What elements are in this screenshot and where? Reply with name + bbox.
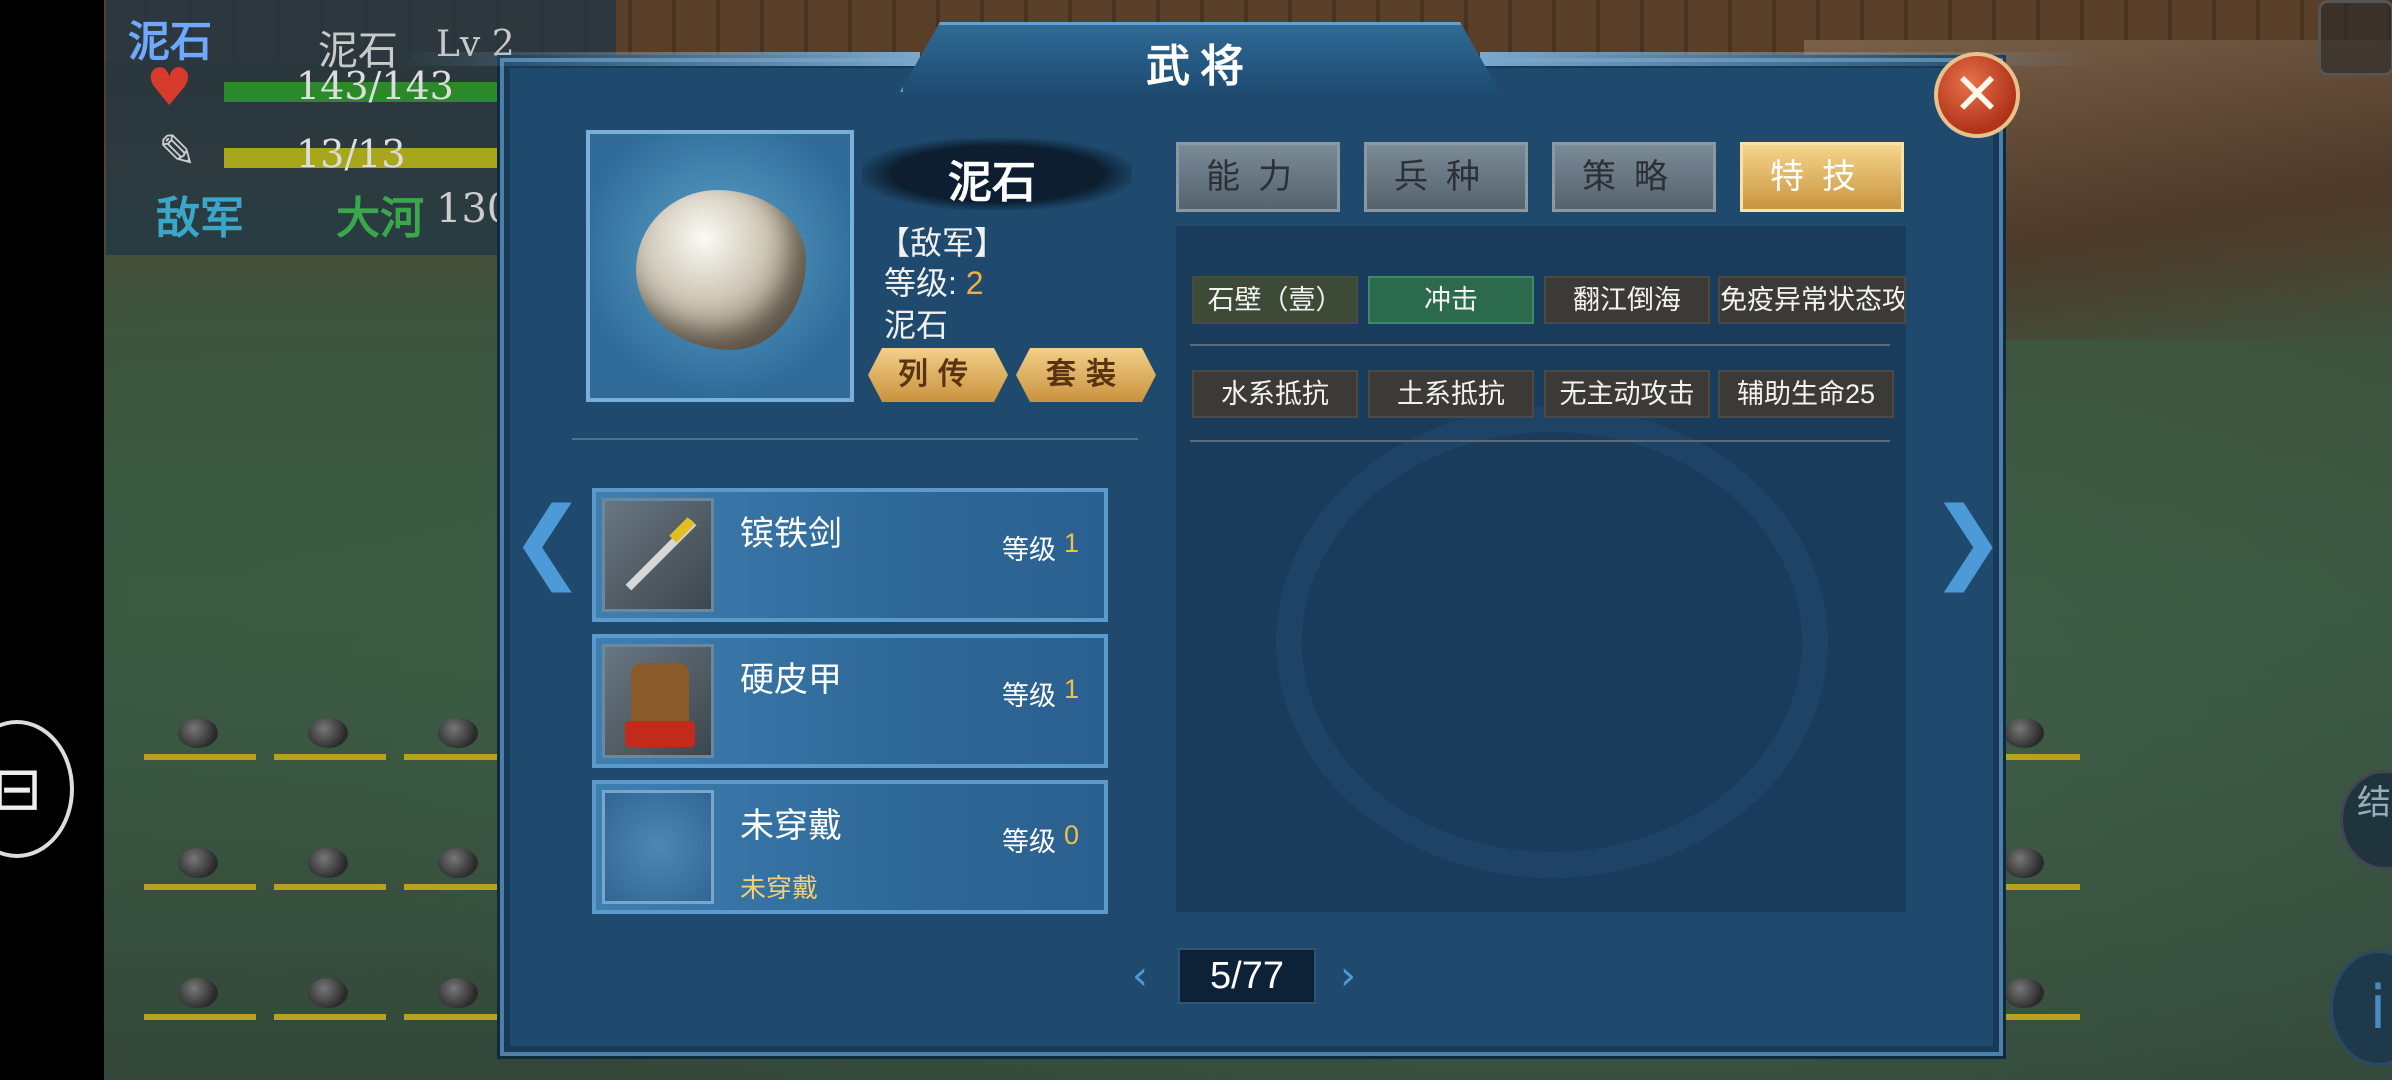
skill-chip[interactable]: 石壁（壹）	[1192, 276, 1358, 324]
armor-icon	[602, 644, 714, 758]
enemy-unit-marker[interactable]	[178, 848, 218, 878]
unit-bar	[2000, 884, 2080, 890]
tab-special-skills[interactable]: 特技	[1740, 142, 1904, 212]
rock-portrait-icon	[636, 190, 806, 350]
dialog-title: 武将	[1146, 41, 1254, 92]
skill-chip[interactable]: 土系抵抗	[1368, 370, 1534, 418]
level-value: 2	[965, 265, 984, 301]
enemy-unit-marker[interactable]	[308, 848, 348, 878]
equipment-name: 硬皮甲	[740, 660, 842, 700]
enemy-unit-marker[interactable]	[2004, 848, 2044, 878]
general-level-row: 等级: 2	[884, 258, 984, 304]
equipment-level-value: 1	[1064, 674, 1080, 704]
close-icon[interactable]: ✕	[1934, 52, 2020, 138]
unit-bar	[2000, 1014, 2080, 1020]
equipment-level-value: 0	[1064, 820, 1080, 850]
dragon-emblem-watermark	[1276, 406, 1828, 878]
armor-body	[631, 663, 689, 729]
equipment-slot-weapon[interactable]: 镔铁剑 等级 1	[592, 488, 1108, 622]
equipment-slot-accessory[interactable]: 未穿戴 等级 0 未穿戴	[592, 780, 1108, 914]
equipment-name: 未穿戴	[740, 806, 842, 846]
title-ornament-left	[400, 52, 920, 66]
unit-side: 敌军	[156, 193, 244, 244]
enemy-unit-marker[interactable]	[308, 978, 348, 1008]
unit-bar	[274, 1014, 386, 1020]
skill-chip[interactable]: 冲击	[1368, 276, 1534, 324]
armor-skirt	[625, 721, 695, 747]
skill-chip[interactable]: 水系抵抗	[1192, 370, 1358, 418]
level-label: 等级:	[884, 265, 957, 301]
empty-slot-icon	[602, 790, 714, 904]
tab-troop[interactable]: 兵种	[1364, 142, 1528, 212]
skill-divider	[1190, 440, 1890, 442]
skills-panel	[1176, 226, 1906, 912]
skill-chip[interactable]: 无主动攻击	[1544, 370, 1710, 418]
enemy-unit-marker[interactable]	[2004, 718, 2044, 748]
mp-value: 13/13	[296, 132, 406, 176]
page-indicator: 5/77	[1178, 948, 1316, 1004]
general-class: 泥石	[884, 307, 949, 343]
unit-bar	[274, 754, 386, 760]
unit-bar	[404, 754, 504, 760]
unit-bar	[144, 1014, 256, 1020]
chevron-left-icon[interactable]: ❮	[510, 496, 585, 586]
equipment-set-button[interactable]: 套装	[1016, 348, 1156, 402]
sword-icon	[602, 498, 714, 612]
skill-chip[interactable]: 翻江倒海	[1544, 276, 1710, 324]
equipment-slot-armor[interactable]: 硬皮甲 等级 1	[592, 634, 1108, 768]
equipment-name: 镔铁剑	[740, 514, 842, 554]
tab-ability[interactable]: 能力	[1176, 142, 1340, 212]
enemy-unit-marker[interactable]	[438, 848, 478, 878]
enemy-unit-marker[interactable]	[438, 718, 478, 748]
unit-bar	[274, 884, 386, 890]
skill-chip[interactable]: 免疫异常状态攻击	[1718, 276, 1906, 324]
equipment-level-label: 等级	[1002, 827, 1056, 857]
unit-bar	[144, 754, 256, 760]
enemy-unit-marker[interactable]	[438, 978, 478, 1008]
unit-bar	[404, 1014, 504, 1020]
general-portrait	[586, 130, 854, 402]
equipment-level-label: 等级	[1002, 535, 1056, 565]
unit-bar	[144, 884, 256, 890]
divider	[572, 438, 1138, 440]
enemy-unit-marker[interactable]	[308, 718, 348, 748]
biography-button[interactable]: 列传	[868, 348, 1008, 402]
unit-bar	[404, 884, 504, 890]
heart-icon: ♥	[146, 58, 193, 118]
enemy-unit-marker[interactable]	[178, 718, 218, 748]
general-name: 泥石	[948, 157, 1036, 208]
skill-chip[interactable]: 辅助生命25	[1718, 370, 1894, 418]
chevron-right-icon[interactable]: ❯	[1930, 496, 2005, 586]
feather-icon: ✎	[158, 124, 197, 178]
skill-divider	[1190, 344, 1890, 346]
equipment-level-value: 1	[1064, 528, 1080, 558]
equipment-subtext: 未穿戴	[740, 874, 819, 904]
page-prev-icon[interactable]: ‹	[1132, 956, 1148, 996]
enemy-unit-marker[interactable]	[2004, 978, 2044, 1008]
enemy-unit-marker[interactable]	[178, 978, 218, 1008]
unit-bar	[2000, 754, 2080, 760]
hp-value: 143/143	[296, 64, 454, 108]
menu-toggle-icon[interactable]: ⊟	[0, 720, 74, 858]
tab-strategy[interactable]: 策略	[1552, 142, 1716, 212]
page-next-icon[interactable]: ›	[1340, 956, 1356, 996]
top-right-menu-icon[interactable]	[2318, 0, 2392, 76]
terrain-name: 大河	[336, 193, 424, 244]
equipment-level-label: 等级	[1002, 681, 1056, 711]
